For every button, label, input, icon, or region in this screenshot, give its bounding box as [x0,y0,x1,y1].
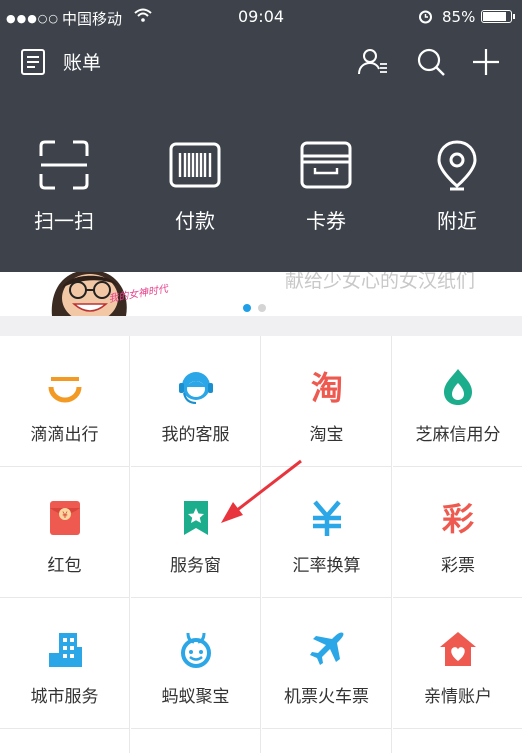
app-label: 红包 [47,556,82,576]
ant-fortune-icon [181,632,211,668]
app-red-packet[interactable]: ¥ 红包 [0,467,130,598]
lottery-icon: 彩 [442,500,474,538]
section-divider [0,316,522,336]
add-icon[interactable] [470,46,502,78]
app-label: 亲情账户 [424,687,492,707]
barcode-icon [169,142,221,188]
quick-action-label: 附近 [437,209,477,233]
app-service-window[interactable]: 服务窗 [131,467,261,598]
carousel-dot[interactable] [258,304,266,312]
app-label: 淘宝 [309,425,344,445]
app-taobao[interactable]: 淘 淘宝 [262,336,392,467]
quick-action-pay[interactable]: 付款 [140,138,250,234]
search-icon[interactable] [415,46,447,78]
battery-percent: 85% [442,8,476,26]
service-window-icon [184,501,208,535]
bill-label[interactable]: 账单 [63,48,101,75]
quick-action-coupons[interactable]: 卡券 [271,138,381,234]
app-label: 蚂蚁聚宝 [161,687,230,707]
didi-icon [48,377,82,403]
app-sesame-credit[interactable]: 芝麻信用分 [393,336,522,467]
app-grid: 滴滴出行 我的客服 淘 淘宝 芝麻信用分 ¥ 红包 服务窗 汇率换算 彩 彩票 … [0,336,522,753]
flight-train-icon [310,632,344,665]
carousel-dots [243,297,273,316]
app-label: 机票火车票 [284,687,369,707]
app-label: 汇率换算 [292,556,361,576]
app-label: 滴滴出行 [30,425,99,445]
taobao-icon: 淘 [311,369,343,407]
app-cell-partial [262,729,392,753]
contacts-icon[interactable] [357,46,389,78]
app-label: 服务窗 [170,556,221,576]
card-icon [300,141,352,189]
top-header: 账单 扫一扫 付款 卡券 附近 [0,34,522,272]
city-service-icon [49,633,82,667]
bill-icon[interactable] [20,48,46,76]
app-family-account[interactable]: 亲情账户 [393,598,522,729]
svg-text:淘: 淘 [311,369,343,407]
svg-text:¥: ¥ [62,511,68,521]
app-ant-fortune[interactable]: 蚂蚁聚宝 [131,598,261,729]
status-bar: ●●●○○ 中国移动 09:04 85% [0,0,522,34]
quick-action-label: 付款 [175,209,215,233]
banner-slogan: 献给少女心的女汉纸们 [285,272,476,292]
app-didi[interactable]: 滴滴出行 [0,336,130,467]
app-label: 我的客服 [161,425,230,445]
battery-icon [481,10,515,23]
quick-action-label: 卡券 [306,209,346,233]
location-icon [437,140,477,191]
quick-action-label: 扫一扫 [34,209,94,233]
red-packet-icon: ¥ [50,501,80,535]
app-exchange-rate[interactable]: 汇率换算 [262,467,392,598]
promo-banner[interactable]: 我的女神时代 献给少女心的女汉纸们 [0,272,522,316]
quick-action-nearby[interactable]: 附近 [402,138,512,234]
exchange-rate-icon [313,500,341,536]
app-cell-partial [131,729,261,753]
alarm-icon [419,10,432,24]
app-label: 芝麻信用分 [415,425,501,445]
app-city-service[interactable]: 城市服务 [0,598,130,729]
app-label: 彩票 [441,556,475,576]
customer-service-icon [179,372,213,404]
quick-action-scan[interactable]: 扫一扫 [9,138,119,234]
app-label: 城市服务 [30,687,99,707]
app-cell-partial [0,729,130,753]
scan-icon [39,140,89,190]
carousel-dot-active[interactable] [243,304,251,312]
svg-text:彩: 彩 [442,500,474,538]
app-customer-service[interactable]: 我的客服 [131,336,261,467]
sesame-credit-icon [444,369,472,405]
family-account-icon [440,632,476,666]
app-lottery[interactable]: 彩 彩票 [393,467,522,598]
app-flight-train[interactable]: 机票火车票 [262,598,392,729]
